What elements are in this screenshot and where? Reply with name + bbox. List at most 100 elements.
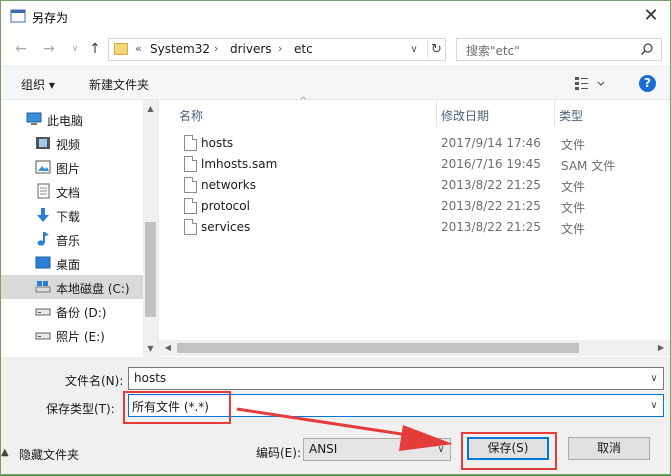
nav-item-videos[interactable]: 视频 — [1, 131, 143, 155]
filename-value: hosts — [134, 371, 167, 385]
file-row-hosts[interactable]: hosts 2017/9/14 17:46 文件 — [159, 133, 670, 154]
column-header-modified[interactable]: 修改日期 — [437, 100, 555, 127]
title-bar: 另存为 ✕ — [1, 1, 670, 32]
file-name: networks — [201, 178, 256, 192]
documents-icon — [37, 183, 50, 199]
nav-item-label: 照片 (E:) — [56, 330, 105, 344]
breadcrumb-system32[interactable]: System32 — [150, 42, 210, 56]
nav-item-label: 此电脑 — [47, 114, 84, 128]
new-folder-button[interactable]: 新建文件夹 — [89, 76, 149, 93]
file-icon — [184, 219, 197, 235]
nav-item-desktop[interactable]: 桌面 — [1, 251, 143, 275]
file-row-services[interactable]: services 2013/8/22 21:25 文件 — [159, 217, 670, 238]
scroll-left-icon[interactable]: ◀ — [163, 343, 173, 353]
file-modified: 2016/7/16 19:45 — [441, 157, 541, 171]
file-icon — [184, 177, 197, 193]
navigation-scrollbar[interactable]: ▲ ▼ — [143, 100, 158, 357]
chevron-down-icon[interactable]: ∨ — [648, 398, 660, 413]
nav-item-music[interactable]: 音乐 — [1, 227, 143, 251]
file-type: 文件 — [561, 180, 586, 194]
nav-item-label: 视频 — [56, 138, 81, 152]
filename-field[interactable]: hosts ∨ — [128, 367, 664, 390]
breadcrumb-separator: › — [214, 42, 219, 55]
scroll-down-icon[interactable]: ▼ — [146, 344, 155, 353]
file-list: ^ 名称 修改日期 类型 hosts 2017/9/14 17:46 文件 lm… — [159, 96, 670, 357]
recent-locations-chevron-icon[interactable]: ∨ — [67, 41, 83, 57]
notepad-icon — [10, 9, 26, 23]
filetype-label: 保存类型(T): — [46, 402, 115, 416]
hide-folders-label: 隐藏文件夹 — [19, 448, 80, 462]
file-modified: 2017/9/14 17:46 — [441, 136, 541, 150]
view-options-icon[interactable] — [572, 74, 610, 92]
scrollbar-thumb[interactable] — [177, 343, 579, 353]
organize-button[interactable]: 组织 ▾ — [21, 76, 55, 93]
scroll-up-icon[interactable]: ▲ — [146, 104, 155, 113]
file-row-lmhosts[interactable]: lmhosts.sam 2016/7/16 19:45 SAM 文件 — [159, 154, 670, 175]
download-icon — [37, 208, 49, 222]
breadcrumb-separator: › — [278, 42, 283, 55]
column-header-name[interactable]: ^ 名称 — [159, 96, 437, 127]
cancel-button[interactable]: 取消 — [568, 437, 650, 460]
chevron-down-icon[interactable]: ∨ — [435, 442, 447, 457]
file-name: hosts — [201, 136, 234, 150]
scrollbar-thumb[interactable] — [145, 222, 156, 317]
file-row-networks[interactable]: networks 2013/8/22 21:25 文件 — [159, 175, 670, 196]
breadcrumb-overflow[interactable]: « — [135, 42, 142, 55]
nav-item-local-disk-c[interactable]: 本地磁盘 (C:) — [1, 275, 143, 299]
refresh-icon[interactable]: ↻ — [427, 40, 445, 59]
nav-item-photos-e[interactable]: 照片 (E:) — [1, 323, 143, 347]
nav-item-downloads[interactable]: 下载 — [1, 203, 143, 227]
file-modified: 2013/8/22 21:25 — [441, 220, 541, 234]
up-arrow-icon[interactable]: ↑ — [87, 41, 103, 57]
annotation-save-highlight — [461, 432, 557, 470]
file-row-protocol[interactable]: protocol 2013/8/22 21:25 文件 — [159, 196, 670, 217]
drive-icon — [35, 332, 51, 340]
save-form: 文件名(N): hosts ∨ 保存类型(T): 所有文件 (*.*) ∨ ▲ … — [1, 357, 670, 474]
window-title: 另存为 — [32, 11, 69, 25]
horizontal-scrollbar[interactable]: ◀ ▶ — [159, 340, 670, 356]
column-header-label: 名称 — [179, 109, 204, 123]
nav-item-backup-d[interactable]: 备份 (D:) — [1, 299, 143, 323]
address-row: ← → ∨ ↑ « System32 › drivers › etc ∨ ↻ 搜… — [1, 32, 670, 66]
column-header-type[interactable]: 类型 — [555, 100, 670, 127]
address-dropdown-icon[interactable]: ∨ — [407, 41, 421, 58]
save-as-dialog: 另存为 ✕ ← → ∨ ↑ « System32 › drivers › etc… — [0, 0, 671, 475]
file-modified: 2013/8/22 21:25 — [441, 178, 541, 192]
nav-item-label: 文档 — [56, 186, 81, 200]
drive-icon — [35, 308, 51, 316]
search-box[interactable]: 搜索"etc" — [456, 38, 662, 61]
close-button[interactable]: ✕ — [636, 3, 666, 29]
encoding-select[interactable]: ANSI ∨ — [303, 438, 451, 461]
hide-folders-button[interactable]: ▲ 隐藏文件夹 — [1, 446, 80, 463]
column-header-label: 修改日期 — [441, 109, 490, 123]
nav-item-documents[interactable]: 文档 — [1, 179, 143, 203]
file-icon — [184, 135, 197, 151]
file-icon — [184, 198, 197, 214]
file-name: services — [201, 220, 251, 234]
help-button[interactable]: ? — [639, 75, 656, 92]
file-type: 文件 — [561, 222, 586, 236]
back-arrow-icon[interactable]: ← — [13, 41, 29, 57]
computer-icon — [26, 112, 42, 125]
sort-ascending-icon: ^ — [299, 96, 308, 107]
nav-item-this-pc[interactable]: 此电脑 — [1, 107, 143, 131]
nav-item-label: 音乐 — [56, 234, 81, 248]
file-icon — [184, 156, 197, 172]
scroll-right-icon[interactable]: ▶ — [656, 343, 666, 353]
file-type: SAM 文件 — [561, 159, 616, 173]
file-type: 文件 — [561, 201, 586, 215]
chevron-down-icon[interactable]: ∨ — [648, 371, 660, 386]
nav-item-label: 桌面 — [56, 258, 81, 272]
file-type: 文件 — [561, 138, 586, 152]
encoding-label: 编码(E): — [256, 446, 301, 460]
file-modified: 2013/8/22 21:25 — [441, 199, 541, 213]
address-bar[interactable]: « System32 › drivers › etc ∨ ↻ — [108, 38, 446, 61]
annotation-filetype-highlight — [123, 391, 231, 424]
nav-item-pictures[interactable]: 图片 — [1, 155, 143, 179]
forward-arrow-icon[interactable]: → — [41, 41, 57, 57]
command-bar: 组织 ▾ 新建文件夹 ? — [1, 66, 670, 100]
breadcrumb-etc[interactable]: etc — [294, 42, 313, 56]
column-header-label: 类型 — [559, 109, 584, 123]
drive-icon — [35, 281, 51, 293]
breadcrumb-drivers[interactable]: drivers — [230, 42, 272, 56]
